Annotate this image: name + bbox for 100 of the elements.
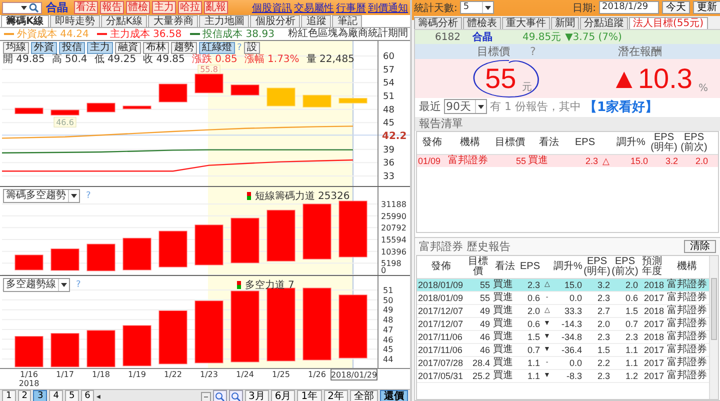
chart-tab[interactable]: 追蹤 <box>301 15 332 27</box>
refresh-button[interactable]: 更新 <box>693 1 720 14</box>
action-button[interactable]: 報告 <box>100 1 124 14</box>
table-cell-text: 買進 <box>492 370 514 382</box>
table-cell-text: 2.3 <box>526 279 541 291</box>
table-cell-text: 2017 <box>642 370 665 382</box>
action-button[interactable]: 亂報 <box>204 1 228 14</box>
page-button[interactable]: 5 <box>64 390 79 401</box>
chart-tab[interactable]: 分點K線 <box>100 15 148 27</box>
chart-tab[interactable]: 即時走勢 <box>50 15 100 27</box>
table-cell-text: 1.5 <box>624 305 639 317</box>
target-price-label: 目標價 <box>477 44 510 59</box>
indicator-toggle[interactable]: 投信 <box>59 42 85 54</box>
info-tab[interactable]: 體檢表 <box>463 17 501 29</box>
indicator-dropdown[interactable]: 籌碼多空趨勢 <box>3 189 80 203</box>
trend-bar <box>230 290 260 362</box>
indicator-toggle[interactable]: 主力 <box>87 42 113 54</box>
chart-tab[interactable]: 個股分析 <box>250 15 300 27</box>
date-label: 1/17 <box>56 370 74 379</box>
action-button[interactable]: 哈拉 <box>178 1 202 14</box>
info-tab[interactable]: 分點追蹤 <box>580 17 628 29</box>
scroll-arrow[interactable]: ◂ <box>96 392 100 401</box>
indicator-toggle[interactable]: 趨勢 <box>171 42 197 54</box>
indicator-toggle[interactable]: 融資 <box>115 42 141 54</box>
axis-tick-label: 15594 <box>381 236 406 244</box>
zoom-in-icon[interactable] <box>212 390 226 401</box>
table-cell-text: 2.3 <box>584 155 599 167</box>
quote-item: 量 22,485 <box>306 54 354 65</box>
column-header: 機構 <box>676 262 698 272</box>
page-button[interactable]: 6 <box>80 390 94 401</box>
column-header: EPS (前次) <box>611 257 639 277</box>
info-tab[interactable]: 籌碼分析 <box>414 17 462 29</box>
panel-legend: 短線籌碼力道 25326 <box>246 189 350 203</box>
table-cell-text: 富邦證券 <box>666 292 708 304</box>
candle <box>266 88 296 106</box>
zoom-out-icon[interactable] <box>228 390 242 401</box>
today-button[interactable]: 今天 <box>662 1 690 14</box>
report-row[interactable]: 01/09 富邦證券 55 買進 2.3 △ 15.0 3.2 2.0 <box>417 155 718 167</box>
axis-tick-label: 10396 <box>381 247 406 256</box>
table-cell-text: 1.1 <box>526 357 541 369</box>
table-cell-text: 55 <box>478 279 491 291</box>
toolbar-link[interactable]: 行事曆 <box>336 0 366 14</box>
range-button[interactable]: 2年 <box>324 390 348 401</box>
candle <box>158 84 188 102</box>
stock-price: 49.85元 <box>522 31 562 44</box>
date-label: 1/26 <box>308 370 326 379</box>
toolbar-link[interactable]: 到價通知 <box>368 0 408 14</box>
range-button[interactable]: 全部 <box>350 390 378 401</box>
column-header: 預測年度 <box>641 257 663 277</box>
indicator-toggle[interactable]: 外資 <box>31 42 57 54</box>
stock-search-field[interactable] <box>2 2 42 14</box>
action-button[interactable]: 體檢 <box>126 1 150 14</box>
table-cell-text: 富邦證券 <box>666 357 708 369</box>
table-cell-text: 2.2 <box>596 357 611 369</box>
indicator-dropdown[interactable]: 多空趨勢線 <box>3 278 70 292</box>
axis-tick-label: 50 <box>383 296 394 305</box>
axis-tick-label: 20792 <box>381 224 406 233</box>
table-cell-text: 2017/07/28 <box>417 357 464 369</box>
page-button[interactable]: 1 <box>2 390 16 401</box>
chart-tab[interactable]: 籌碼K線 <box>1 15 49 27</box>
action-button[interactable]: 主力 <box>152 1 176 14</box>
axis-tick-label: 51 <box>383 92 394 102</box>
range-button[interactable]: 6月 <box>270 390 296 401</box>
chart-tab[interactable]: 筆記 <box>332 15 362 27</box>
table-cell-text: 2017/05/31 <box>417 370 464 382</box>
momentum-bar <box>194 224 224 266</box>
indicator-toggle[interactable]: 布林 <box>143 42 169 54</box>
info-tab[interactable]: 法人目標(55元) <box>629 17 708 29</box>
settings-button[interactable]: 設 <box>244 42 260 54</box>
date-label: 1/16 <box>20 370 38 379</box>
info-tab[interactable]: 重大事件 <box>502 17 550 29</box>
date-field[interactable]: 2018/1/29 <box>599 1 659 14</box>
period-dropdown[interactable]: 90天 <box>444 99 487 114</box>
clear-button[interactable]: 清除 <box>684 240 716 253</box>
table-cell-text: 2018 <box>642 279 665 291</box>
quote-item: 漲跌 0.85 <box>192 54 238 65</box>
axis-tick-label: 60 <box>383 52 394 62</box>
column-header: EPS (明年) <box>583 257 611 277</box>
range-button[interactable]: 1年 <box>297 390 322 401</box>
table-cell-text: 2018 <box>642 305 665 317</box>
indicator-toggle[interactable]: 紅綠燈 <box>199 42 235 54</box>
momentum-bar <box>50 248 80 271</box>
indicator-toggle[interactable]: 均線 <box>3 42 29 54</box>
notice-text: 粉紅色區塊為廠商統計期間 <box>288 28 408 40</box>
range-button[interactable]: 還價 <box>380 390 408 401</box>
range-button[interactable]: 3月 <box>244 390 269 401</box>
table-cell-text: 2.0 <box>596 318 611 330</box>
page-button[interactable]: 3 <box>33 390 48 401</box>
info-tab[interactable]: 新聞 <box>551 17 579 29</box>
days-dropdown[interactable]: 5 <box>460 1 494 14</box>
stock-code: 6182 <box>435 32 460 42</box>
action-button[interactable]: 看法 <box>74 1 98 14</box>
table-cell-text: 2017 <box>642 318 665 330</box>
toolbar-link[interactable]: 交易屬性 <box>294 0 334 14</box>
page-button[interactable]: 4 <box>49 390 63 401</box>
chart-tab[interactable]: 主力地圖 <box>199 15 250 27</box>
chart-tab[interactable]: 大量券商 <box>148 15 198 27</box>
page-button[interactable]: 2 <box>18 390 32 401</box>
scrollbar[interactable] <box>709 256 718 399</box>
toolbar-link[interactable]: 個股資訊 <box>252 0 292 14</box>
